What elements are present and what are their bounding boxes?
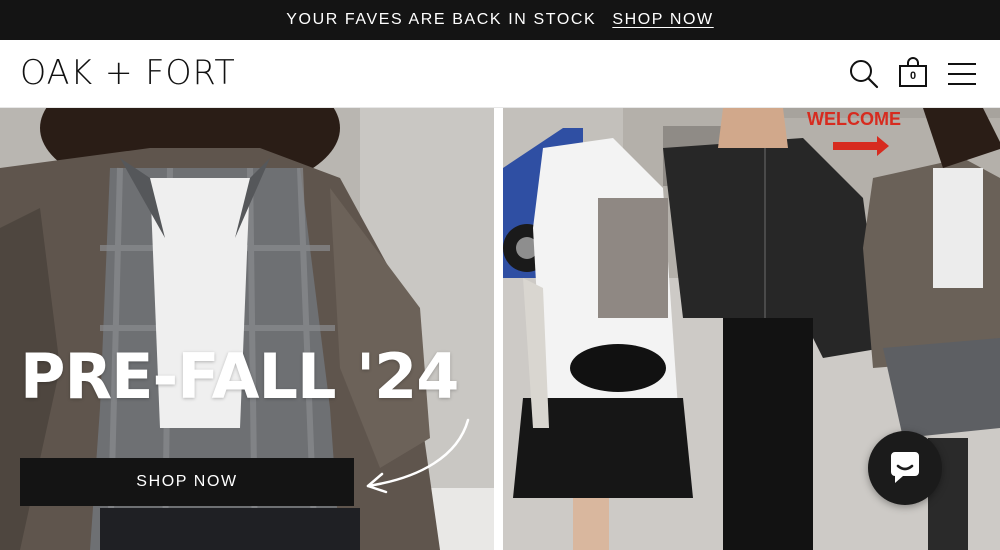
cart-count-badge: 0 xyxy=(909,70,917,82)
shopping-bag-icon[interactable]: 0 xyxy=(897,57,929,89)
announcement-message: YOUR FAVES ARE BACK IN STOCK xyxy=(286,11,597,28)
hero-right-image[interactable]: WELCOME xyxy=(503,108,1000,550)
hero-left-image[interactable]: PRE-FALL '24 SHOP NOW xyxy=(0,108,494,550)
curved-arrow-icon xyxy=(366,418,470,494)
hero-shop-now-button[interactable]: SHOP NOW xyxy=(20,458,354,506)
chat-bubble-icon[interactable] xyxy=(868,431,942,505)
brand-logo[interactable]: OAK + FORT xyxy=(20,53,236,93)
hamburger-menu-icon[interactable] xyxy=(946,58,978,90)
panel-divider xyxy=(494,108,503,550)
hero-title: PRE-FALL '24 xyxy=(20,340,459,413)
announcement-shop-now-link[interactable]: SHOP NOW xyxy=(612,11,713,29)
welcome-sign-text: WELCOME xyxy=(807,109,901,129)
site-header: OAK + FORT 0 xyxy=(0,40,1000,108)
search-icon[interactable] xyxy=(848,58,880,90)
announcement-bar: YOUR FAVES ARE BACK IN STOCK SHOP NOW xyxy=(0,0,1000,40)
